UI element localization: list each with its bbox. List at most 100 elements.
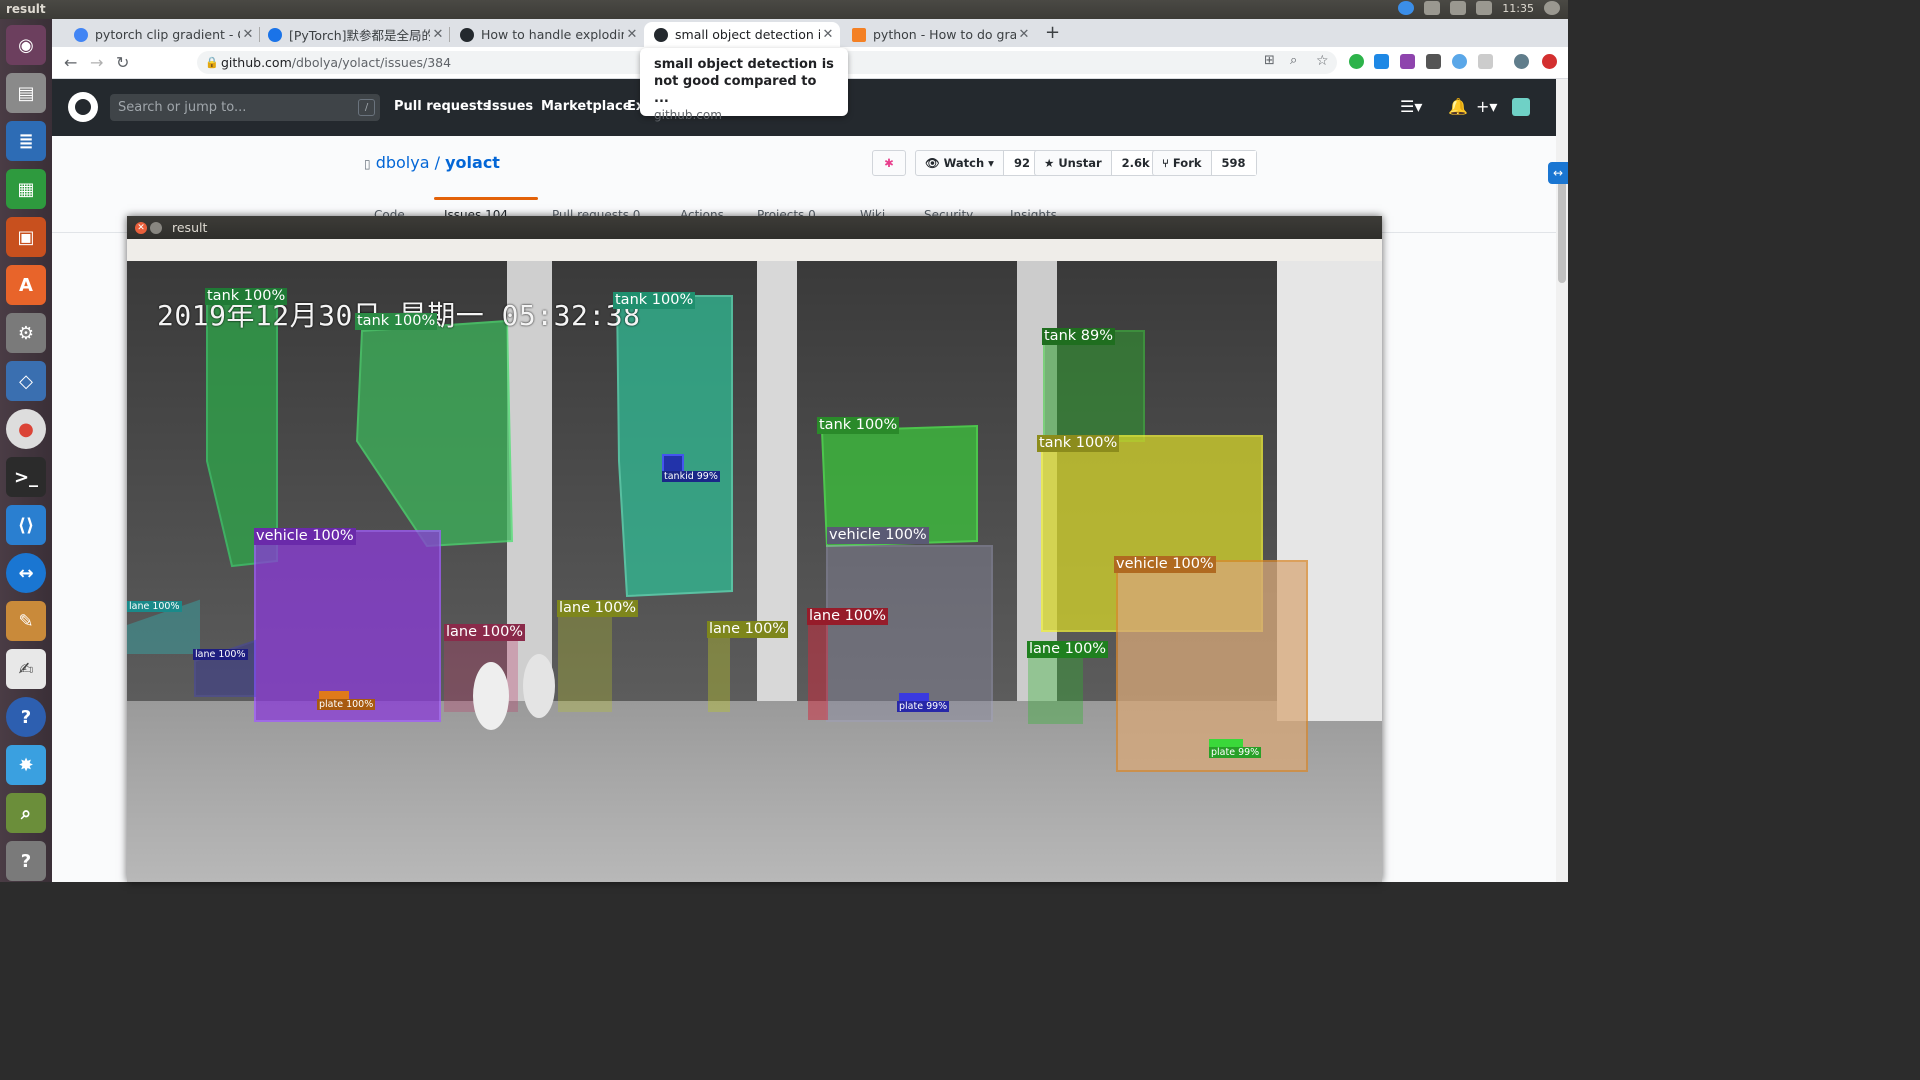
detection-label: lane 100% — [557, 600, 639, 617]
text-editor-icon[interactable]: ✍ — [6, 649, 46, 689]
volume-icon[interactable] — [1476, 1, 1493, 15]
tab-pytorch-clip-gradient[interactable]: pytorch clip gradient - Go ✕ — [64, 22, 260, 47]
vscode-icon[interactable]: ⟨⟩ — [6, 505, 46, 545]
tooltip-title: small object detection is not good compa… — [654, 57, 834, 106]
nav-pull-requests[interactable]: Pull requests — [394, 99, 491, 114]
writer-icon[interactable]: ≣ — [6, 121, 46, 161]
profile-avatar[interactable] — [1514, 54, 1529, 69]
extension-icon[interactable] — [1426, 54, 1441, 69]
google-favicon-icon — [74, 27, 88, 42]
keyboard-icon[interactable] — [1424, 1, 1441, 15]
notification-bell-icon[interactable]: 🔔 — [1448, 97, 1468, 116]
detection-label: tank 100% — [1037, 435, 1120, 452]
spark-icon[interactable]: ✸ — [6, 745, 46, 785]
files-icon[interactable]: ▤ — [6, 73, 46, 113]
zoom-icon[interactable]: ⌕ — [1290, 53, 1297, 68]
detection-label: tank 100% — [817, 417, 900, 434]
detection-label: lane 100% — [444, 624, 526, 641]
repo-owner-link[interactable]: dbolya — [376, 153, 430, 172]
software-center-icon[interactable]: A — [6, 265, 46, 305]
forward-arrow-icon[interactable]: → — [90, 53, 103, 72]
sponsor-icon[interactable]: ✱ — [872, 150, 906, 176]
fork-count[interactable]: 598 — [1210, 151, 1256, 175]
github-favicon-icon — [460, 27, 474, 42]
url-domain: github.com — [221, 55, 292, 70]
detection-label: lane 100% — [707, 621, 789, 638]
network-icon[interactable] — [1450, 1, 1467, 15]
page-scrollbar[interactable] — [1556, 79, 1568, 882]
github-search-input[interactable]: Search or jump to... / — [110, 94, 380, 121]
detection-label: vehicle 100% — [1114, 556, 1216, 573]
repo-title: ▯ dbolya / yolact — [364, 153, 500, 172]
image-viewer-icon[interactable]: ⌕ — [6, 793, 46, 833]
site-favicon-icon — [268, 27, 282, 42]
close-tab-icon[interactable]: ✕ — [430, 27, 446, 42]
tab-exploding-gradient[interactable]: How to handle exploding ✕ — [450, 22, 644, 47]
nav-marketplace[interactable]: Marketplace — [541, 99, 632, 114]
result-window-titlebar[interactable]: ✕ result — [127, 216, 1382, 239]
create-new-icon[interactable]: +▾ — [1476, 97, 1497, 116]
repo-name-link[interactable]: yolact — [445, 153, 500, 172]
help-icon[interactable]: ? — [6, 697, 46, 737]
reload-icon[interactable]: ↻ — [116, 53, 129, 72]
active-window-title: result — [6, 2, 46, 16]
browser-tab-strip: pytorch clip gradient - Go ✕ [PyTorch]默参… — [52, 19, 1568, 47]
detection-label: lane 100% — [193, 649, 248, 660]
paint-icon[interactable]: ✎ — [6, 601, 46, 641]
virtualbox-icon[interactable]: ◇ — [6, 361, 46, 401]
github-logo-icon[interactable] — [68, 92, 98, 122]
stackoverflow-favicon-icon — [852, 27, 866, 42]
unstar-button[interactable]: ★ Unstar 2.6k — [1034, 150, 1161, 176]
chrome-icon[interactable]: ● — [6, 409, 46, 449]
bookmark-star-icon[interactable]: ☆ — [1316, 53, 1329, 69]
menu-icon[interactable]: ☰▾ — [1400, 97, 1422, 116]
tab-python-gradient[interactable]: python - How to do gradi ✕ — [842, 22, 1036, 47]
user-avatar[interactable] — [1512, 98, 1530, 116]
new-tab-button[interactable]: + — [1045, 22, 1060, 43]
fork-button[interactable]: ⑂ Fork 598 — [1152, 150, 1257, 176]
settings-gear-icon[interactable] — [1544, 1, 1560, 15]
minimize-window-icon[interactable] — [150, 222, 162, 234]
terminal-icon[interactable]: >_ — [6, 457, 46, 497]
close-tab-icon[interactable]: ✕ — [820, 27, 836, 42]
detection-label: tankid 99% — [662, 471, 720, 482]
translate-icon[interactable]: ⊞ — [1264, 53, 1275, 68]
calc-icon[interactable]: ▦ — [6, 169, 46, 209]
detection-label: lane 100% — [127, 601, 182, 612]
lock-icon: 🔒 — [205, 56, 219, 69]
close-tab-icon[interactable]: ✕ — [240, 27, 256, 42]
watch-button[interactable]: 👁 Watch ▾ 92 — [915, 150, 1041, 176]
evernote-extension-icon[interactable] — [1349, 54, 1364, 69]
system-settings-icon[interactable]: ⚙ — [6, 313, 46, 353]
search-shortcut-key: / — [358, 99, 375, 116]
extension-icon[interactable] — [1478, 54, 1493, 69]
teamviewer-tray-icon[interactable] — [1398, 1, 1415, 15]
system-top-bar: result 11:35 — [0, 0, 1568, 19]
extension-icon[interactable] — [1452, 54, 1467, 69]
ubuntu-dash-icon[interactable]: ◉ — [6, 25, 46, 65]
teamviewer-icon[interactable]: ↔ — [6, 553, 46, 593]
result-window-title: result — [172, 220, 208, 235]
detection-label: vehicle 100% — [254, 528, 356, 545]
tab-pytorch-cn[interactable]: [PyTorch]默参都是全局的 ✕ — [258, 22, 450, 47]
detection-label: plate 99% — [897, 701, 950, 712]
detection-label: vehicle 100% — [827, 527, 929, 544]
extension-icon[interactable] — [1542, 54, 1557, 69]
teamviewer-side-tab-icon[interactable]: ↔ — [1548, 162, 1568, 184]
nav-issues[interactable]: Issues — [487, 99, 533, 114]
close-tab-icon[interactable]: ✕ — [1016, 27, 1032, 42]
tooltip-domain: github.com — [654, 108, 722, 122]
impress-icon[interactable]: ▣ — [6, 217, 46, 257]
back-arrow-icon[interactable]: ← — [64, 53, 77, 72]
close-tab-icon[interactable]: ✕ — [624, 27, 640, 42]
extension-icon[interactable] — [1374, 54, 1389, 69]
launcher-sidebar: ◉ ▤ ≣ ▦ ▣ A ⚙ ◇ ● >_ ⟨⟩ ↔ ✎ ✍ ? ✸ ⌕ ? — [0, 19, 53, 882]
detection-label: tank 100% — [355, 313, 438, 330]
close-window-icon[interactable]: ✕ — [135, 222, 147, 234]
tab-hover-tooltip: small object detection is not good compa… — [640, 48, 848, 122]
tab-small-object-detection[interactable]: small object detection is r ✕ — [644, 22, 840, 47]
extension-icon[interactable] — [1400, 54, 1415, 69]
unknown-app-icon[interactable]: ? — [6, 841, 46, 881]
clock[interactable]: 11:35 — [1502, 2, 1534, 15]
result-window: ✕ result 2019年12月30日 星期一 05:32:38 tank 1… — [127, 216, 1382, 882]
